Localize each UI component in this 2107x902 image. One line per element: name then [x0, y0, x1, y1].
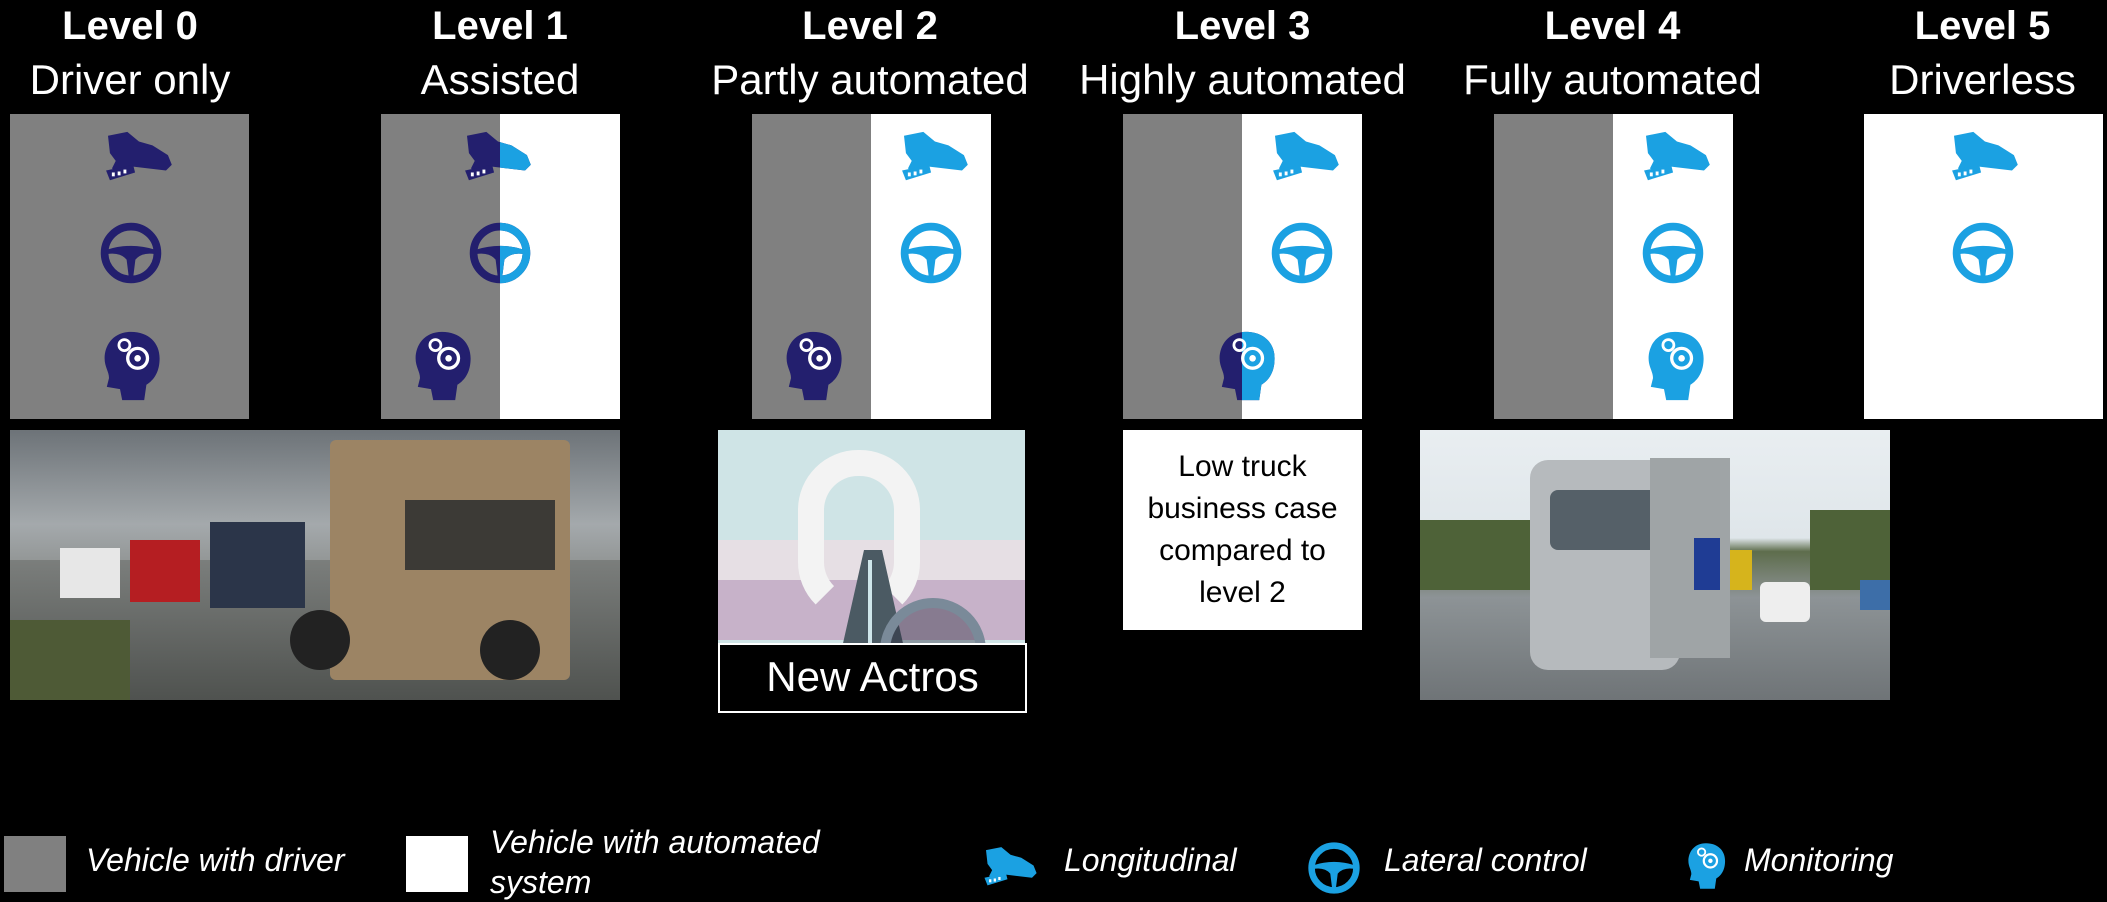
- shoe-icon: [500, 128, 541, 186]
- steering-wheel-icon: [1269, 220, 1335, 286]
- level-subtitle: Assisted: [420, 56, 580, 103]
- legend-monitoring-label: Monitoring: [1744, 842, 1894, 878]
- level-2-header: Level 2 Partly automated: [700, 0, 1040, 108]
- legend-lateral-label: Lateral control: [1384, 842, 1587, 878]
- head-gear-icon: [98, 326, 164, 406]
- legend-longitudinal-label: Longitudinal: [1064, 842, 1237, 878]
- level-title: Level 4: [1544, 4, 1681, 48]
- legend-driver-label: Vehicle with driver: [86, 842, 345, 878]
- level-subtitle: Highly automated: [1079, 56, 1406, 103]
- legend-automated-label: Vehicle with automated system: [490, 824, 820, 900]
- legend-driver-swatch: [4, 836, 66, 892]
- head-gear-icon: [1684, 838, 1728, 894]
- new-actros-caption: New Actros: [718, 643, 1027, 713]
- shoe-icon: [974, 844, 1044, 890]
- level-3-header: Level 3 Highly automated: [1070, 0, 1415, 108]
- head-gear-icon: [409, 326, 475, 406]
- level-2-panel: [752, 114, 991, 419]
- level-title: Level 0: [62, 4, 198, 48]
- head-gear-icon: [1642, 326, 1708, 406]
- level-1-header: Level 1 Assisted: [370, 0, 630, 108]
- level-title: Level 2: [802, 4, 938, 48]
- steering-wheel-icon: [1306, 840, 1362, 896]
- note-text: Low truck business case compared to leve…: [1147, 450, 1338, 609]
- steering-wheel-icon: [1640, 220, 1706, 286]
- head-gear-icon: [780, 326, 846, 406]
- level-3-note: Low truck business case compared to leve…: [1123, 430, 1362, 630]
- steering-wheel-icon: [98, 220, 164, 286]
- shoe-icon: [1630, 128, 1720, 186]
- shoe-icon: [1938, 128, 2028, 186]
- trucks-photo: [10, 430, 620, 700]
- level-1-panel: [381, 114, 620, 419]
- level-subtitle: Driver only: [29, 56, 231, 103]
- level-title: Level 3: [1174, 4, 1311, 48]
- steering-wheel-icon: [898, 220, 964, 286]
- level-3-panel: [1123, 114, 1362, 419]
- level-subtitle: Driverless: [1889, 56, 2076, 103]
- level-0-header: Level 0 Driver only: [0, 0, 260, 108]
- head-gear-icon: [1242, 326, 1279, 406]
- legend-automated-swatch: [406, 836, 468, 892]
- shoe-icon: [92, 128, 182, 186]
- level-title: Level 1: [432, 4, 568, 48]
- level-5-panel: [1864, 114, 2103, 419]
- level-4-panel: [1494, 114, 1733, 419]
- future-truck-photo: [1420, 430, 1890, 700]
- level-subtitle: Partly automated: [711, 56, 1029, 103]
- steering-wheel-icon: [500, 220, 533, 286]
- level-4-header: Level 4 Fully automated: [1450, 0, 1775, 108]
- shoe-icon: [1259, 128, 1349, 186]
- level-0-panel: [10, 114, 249, 419]
- level-subtitle: Fully automated: [1463, 56, 1762, 103]
- steering-wheel-icon: [1950, 220, 2016, 286]
- shoe-icon: [888, 128, 978, 186]
- level-5-header: Level 5 Driverless: [1860, 0, 2105, 108]
- level-title: Level 5: [1914, 4, 2051, 48]
